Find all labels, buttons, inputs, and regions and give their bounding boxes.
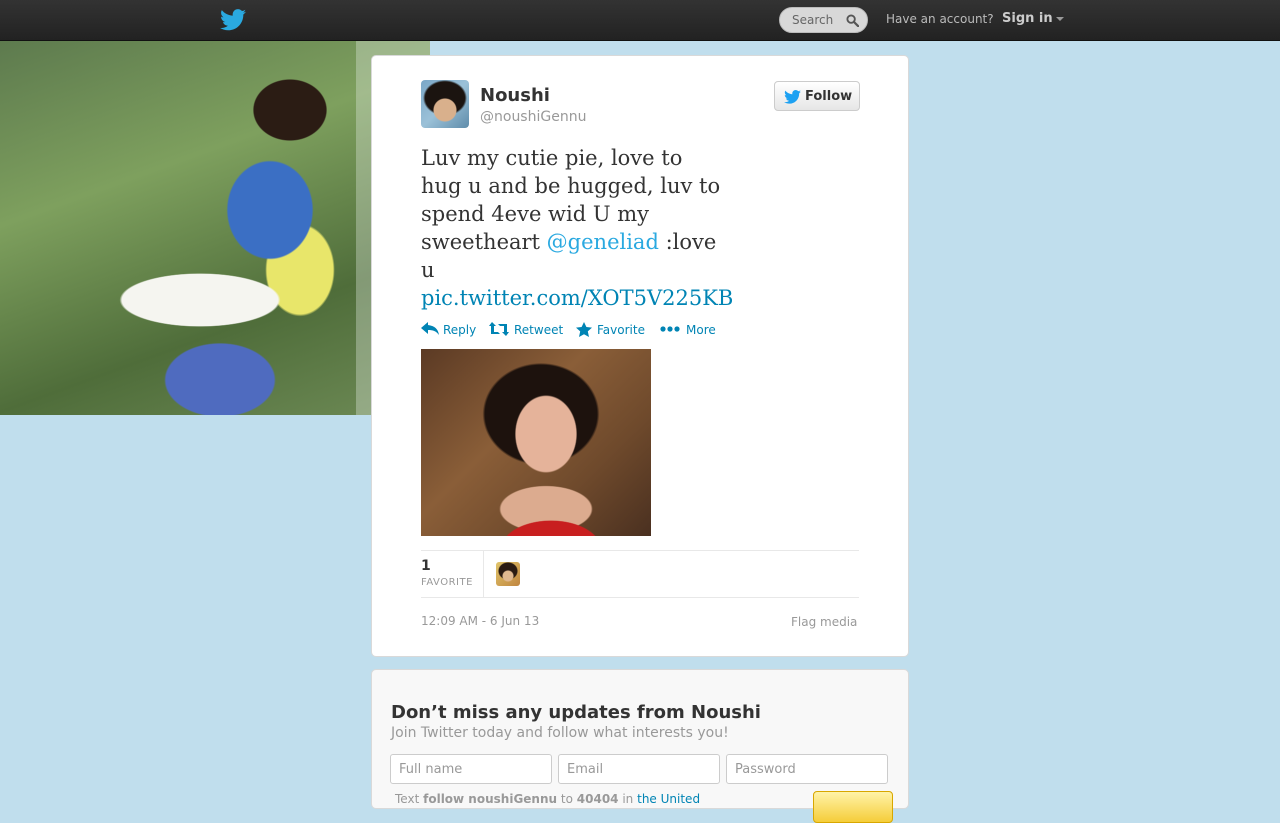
top-bar: Have an account? Sign in <box>0 0 1280 41</box>
sms-in: in <box>622 792 634 806</box>
favorite-count[interactable]: 1 <box>421 558 431 574</box>
star-icon <box>576 322 592 337</box>
tweet-text: Luv my cutie pie, love to hug u and be h… <box>421 144 733 312</box>
user-avatar[interactable] <box>421 80 469 128</box>
sms-text-prefix: Text <box>395 792 420 806</box>
signup-card: Don’t miss any updates from Noushi Join … <box>371 669 909 823</box>
country-link[interactable]: the United <box>637 792 700 806</box>
follow-label: Follow <box>805 88 853 104</box>
profile-background-image <box>0 40 430 415</box>
favorite-count-label: FAVORITE <box>421 577 473 588</box>
sms-command: follow noushiGennu <box>423 792 558 806</box>
twitter-bird-icon[interactable] <box>220 9 246 31</box>
tweet-photo[interactable] <box>421 349 651 536</box>
sms-follow-text: Text follow noushiGennu to 40404 in the … <box>395 792 700 806</box>
signup-subtitle: Join Twitter today and follow what inter… <box>391 725 729 741</box>
divider <box>421 597 859 598</box>
twitter-bird-icon <box>784 90 801 104</box>
have-account-text: Have an account? <box>886 12 994 26</box>
tweet-timestamp: 12:09 AM - 6 Jun 13 <box>421 614 540 628</box>
password-field[interactable] <box>726 754 888 784</box>
divider <box>483 551 484 597</box>
favoriter-avatar[interactable] <box>496 562 520 586</box>
reply-icon <box>421 322 439 335</box>
email-field[interactable] <box>558 754 720 784</box>
more-label: More <box>686 323 716 337</box>
favorite-label: Favorite <box>597 323 645 337</box>
chevron-down-icon <box>1055 16 1064 21</box>
divider <box>421 550 859 551</box>
user-handle[interactable]: @noushiGennu <box>480 109 586 125</box>
follow-button[interactable]: Follow <box>774 81 860 111</box>
reply-label: Reply <box>443 323 477 337</box>
sms-to: to <box>560 792 573 806</box>
retweet-icon <box>489 322 509 336</box>
user-name[interactable]: Noushi <box>480 85 550 106</box>
search-box[interactable] <box>779 7 868 33</box>
pic-link[interactable]: pic.twitter.com/XOT5V225KB <box>421 286 733 310</box>
mention-link[interactable]: @geneliad <box>547 230 659 254</box>
tweet-card: Noushi @noushiGennu Follow Luv my cutie … <box>371 55 909 657</box>
sign-in-link[interactable]: Sign in <box>1002 11 1064 26</box>
sign-in-label: Sign in <box>1002 11 1053 26</box>
sign-up-button[interactable] <box>813 791 893 823</box>
flag-media-link[interactable]: Flag media <box>791 615 857 629</box>
signup-title: Don’t miss any updates from Noushi <box>391 702 761 723</box>
more-dots-icon <box>660 326 680 332</box>
sms-number: 40404 <box>576 792 619 806</box>
retweet-label: Retweet <box>514 323 564 337</box>
full-name-field[interactable] <box>390 754 552 784</box>
search-icon[interactable] <box>846 14 859 27</box>
